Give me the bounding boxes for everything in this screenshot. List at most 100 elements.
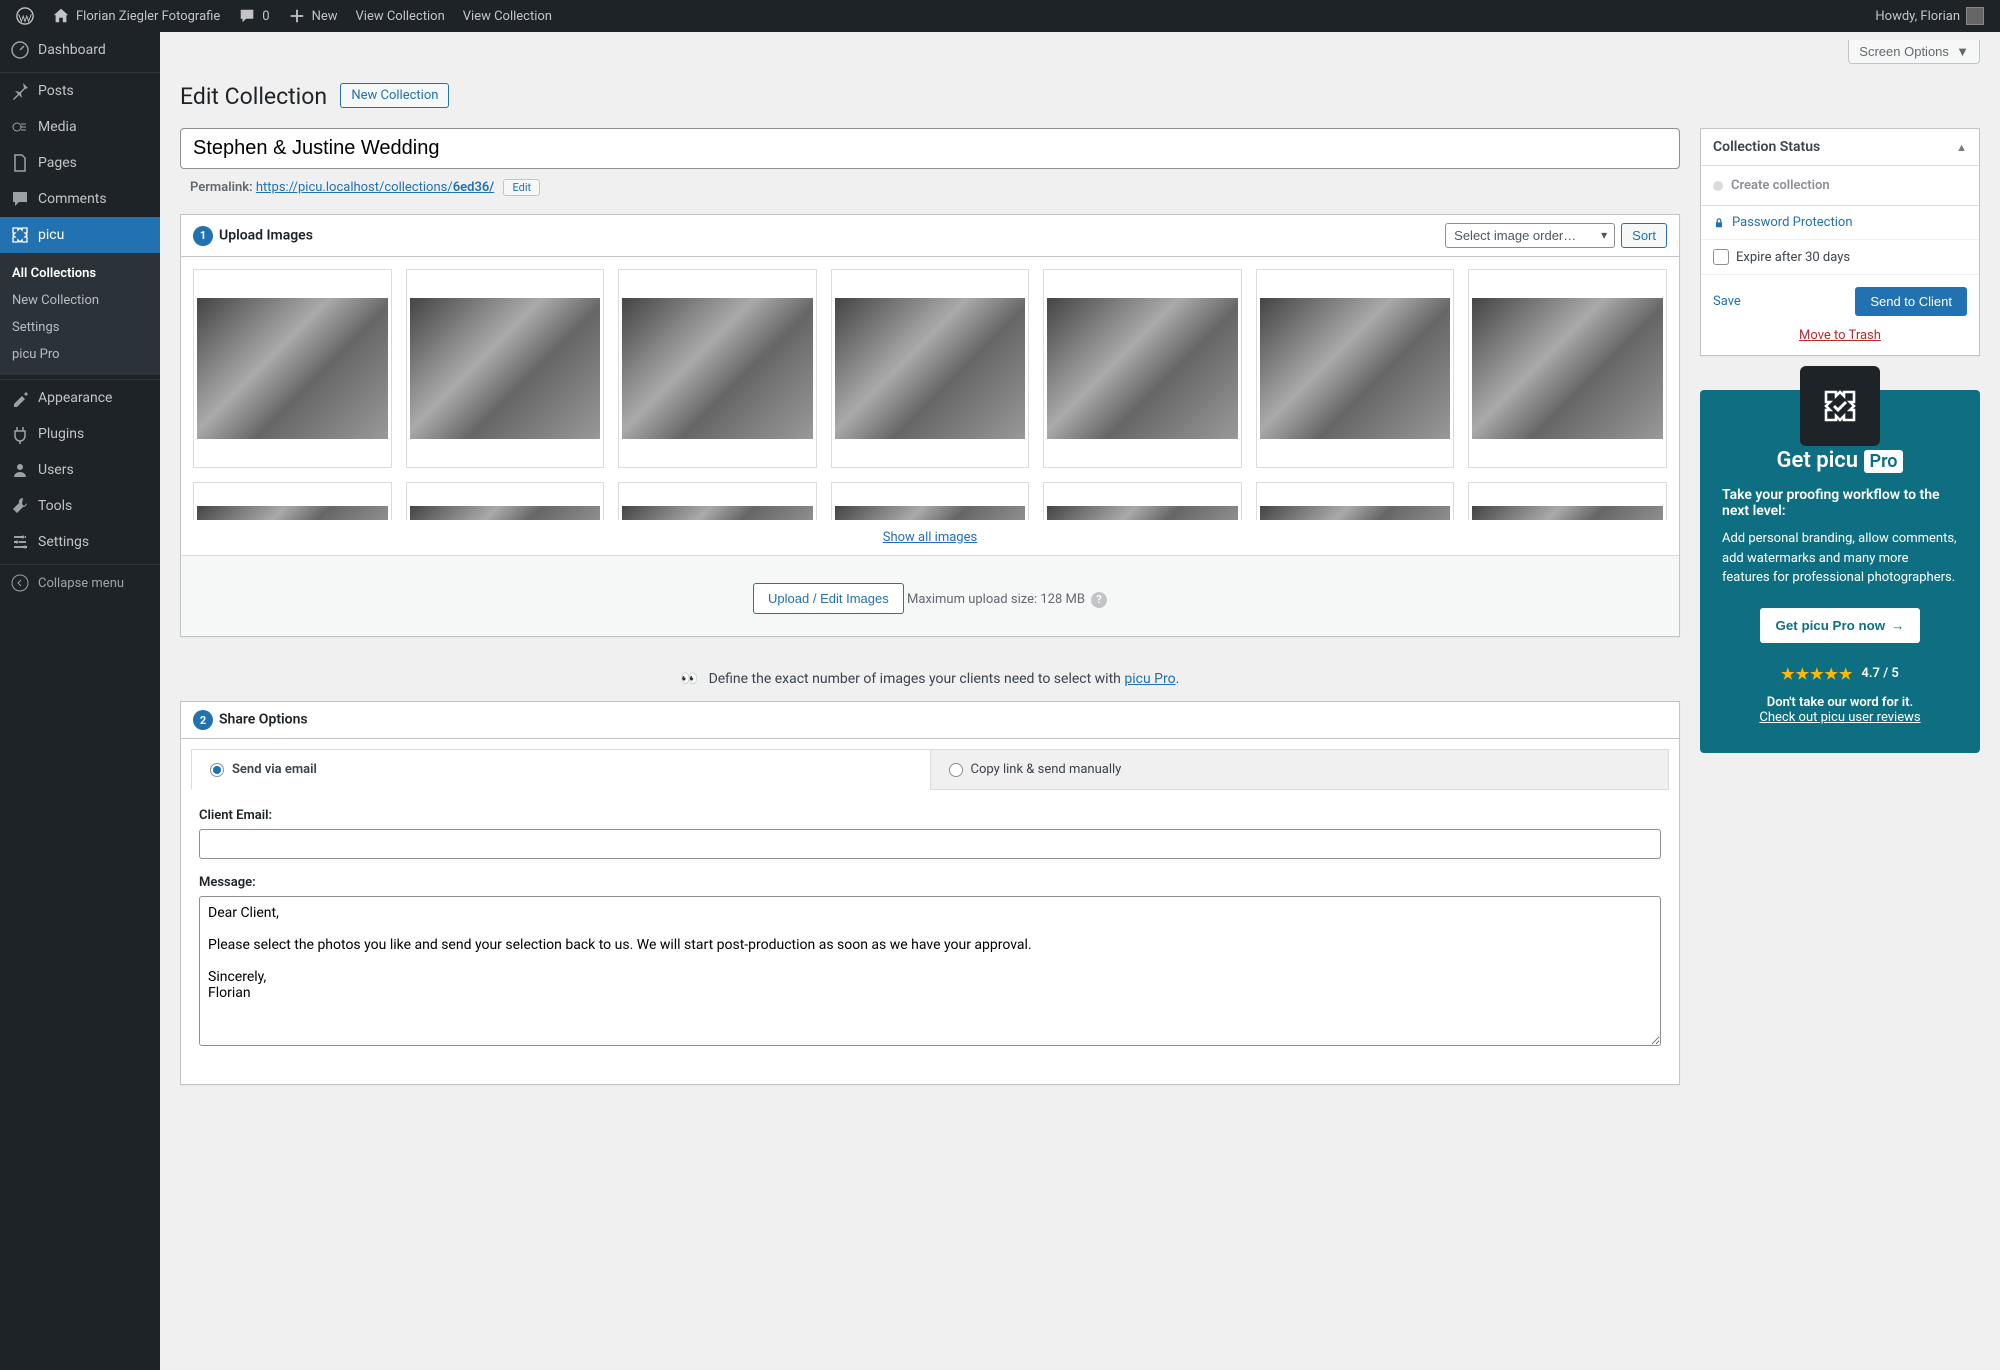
promo-trust: Don't take our word for it. xyxy=(1722,695,1958,710)
message-label: Message: xyxy=(199,875,1661,890)
menu-pages[interactable]: Pages xyxy=(0,145,160,181)
image-order-select[interactable]: Select image order… xyxy=(1445,223,1615,248)
menu-plugins-label: Plugins xyxy=(38,426,84,442)
menu-comments[interactable]: Comments xyxy=(0,181,160,217)
save-link[interactable]: Save xyxy=(1713,294,1741,309)
menu-plugins[interactable]: Plugins xyxy=(0,416,160,452)
eyes-emoji: 👀 xyxy=(681,671,698,687)
send-to-client-button[interactable]: Send to Client xyxy=(1855,287,1967,316)
collapse-menu[interactable]: Collapse menu xyxy=(0,565,160,601)
menu-picu-label: picu xyxy=(38,227,64,243)
pro-hint-text: Define the exact number of images your c… xyxy=(709,671,1125,687)
show-all-images-link[interactable]: Show all images xyxy=(883,530,977,545)
max-upload-size: Maximum upload size: 128 MB xyxy=(907,592,1085,607)
menu-tools[interactable]: Tools xyxy=(0,488,160,524)
message-textarea[interactable] xyxy=(199,896,1661,1046)
reviews-link[interactable]: Check out picu user reviews xyxy=(1759,710,1920,725)
upload-images-box: 1Upload Images Select image order… Sort xyxy=(180,214,1680,637)
user-avatar xyxy=(1966,7,1984,25)
menu-posts[interactable]: Posts xyxy=(0,73,160,109)
menu-settings[interactable]: Settings xyxy=(0,524,160,560)
howdy-link[interactable]: Howdy, Florian xyxy=(1867,0,1992,32)
submenu-picu-pro[interactable]: picu Pro xyxy=(0,341,160,368)
thumbnail[interactable] xyxy=(831,269,1030,468)
thumbnail[interactable] xyxy=(406,269,605,468)
submenu-settings[interactable]: Settings xyxy=(0,314,160,341)
lock-icon xyxy=(1713,217,1725,229)
site-name-link[interactable]: Florian Ziegler Fotografie xyxy=(44,0,228,32)
radio-icon xyxy=(210,763,224,777)
submenu-new-collection[interactable]: New Collection xyxy=(0,287,160,314)
menu-picu[interactable]: picu xyxy=(0,217,160,253)
thumbnail[interactable] xyxy=(1256,269,1455,468)
collection-status-box: Collection Status▲ Create collection Pas… xyxy=(1700,128,1980,356)
picu-pro-link[interactable]: picu Pro xyxy=(1124,671,1175,687)
thumbnail[interactable] xyxy=(618,482,817,520)
users-icon xyxy=(10,460,30,480)
thumbnail[interactable] xyxy=(1043,482,1242,520)
new-content-link[interactable]: New xyxy=(280,0,346,32)
pro-hint: 👀 Define the exact number of images your… xyxy=(180,657,1680,701)
menu-users-label: Users xyxy=(38,462,74,478)
settings-icon xyxy=(10,532,30,552)
plus-icon xyxy=(288,7,306,25)
admin-bar: Florian Ziegler Fotografie 0 New View Co… xyxy=(0,0,2000,32)
wp-logo[interactable] xyxy=(8,0,42,32)
thumbnail[interactable] xyxy=(618,269,817,468)
view-collection-1[interactable]: View Collection xyxy=(348,0,453,32)
upload-heading: Upload Images xyxy=(219,227,313,243)
thumbnail[interactable] xyxy=(1043,269,1242,468)
thumbnail[interactable] xyxy=(1468,269,1667,468)
thumbnail[interactable] xyxy=(831,482,1030,520)
tab-send-email[interactable]: Send via email xyxy=(191,749,931,790)
plugin-icon xyxy=(10,424,30,444)
client-email-input[interactable] xyxy=(199,829,1661,859)
menu-media-label: Media xyxy=(38,119,77,135)
comments-link[interactable]: 0 xyxy=(230,0,277,32)
permalink-row: Permalink: https://picu.localhost/collec… xyxy=(180,175,1680,200)
move-to-trash-link[interactable]: Move to Trash xyxy=(1799,328,1881,343)
view-collection-2[interactable]: View Collection xyxy=(455,0,560,32)
share-options-box: 2Share Options Send via email Copy link … xyxy=(180,701,1680,1085)
promo-lead: Take your proofing workflow to the next … xyxy=(1722,487,1958,519)
picu-pro-promo: Get picu Pro Take your proofing workflow… xyxy=(1700,390,1980,753)
thumbnail[interactable] xyxy=(193,482,392,520)
permalink-label: Permalink: xyxy=(190,180,253,195)
sort-button[interactable]: Sort xyxy=(1621,223,1667,248)
client-email-label: Client Email: xyxy=(199,808,1661,823)
arrow-right-icon: → xyxy=(1891,618,1904,633)
thumbnail[interactable] xyxy=(406,482,605,520)
menu-pages-label: Pages xyxy=(38,155,77,171)
dot-icon xyxy=(1713,181,1723,191)
tab-copy-link[interactable]: Copy link & send manually xyxy=(931,749,1670,790)
menu-users[interactable]: Users xyxy=(0,452,160,488)
help-icon[interactable]: ? xyxy=(1091,592,1107,608)
tools-icon xyxy=(10,496,30,516)
menu-media[interactable]: Media xyxy=(0,109,160,145)
expire-checkbox[interactable] xyxy=(1713,249,1729,265)
get-picu-pro-button[interactable]: Get picu Pro now→ xyxy=(1760,608,1921,643)
menu-comments-label: Comments xyxy=(38,191,107,207)
collection-title-input[interactable] xyxy=(180,128,1680,169)
comment-icon xyxy=(238,7,256,25)
password-protection-row[interactable]: Password Protection xyxy=(1701,206,1979,240)
menu-dashboard[interactable]: Dashboard xyxy=(0,32,160,68)
thumbnail[interactable] xyxy=(1256,482,1455,520)
submenu-all-collections[interactable]: All Collections xyxy=(0,260,160,287)
menu-appearance[interactable]: Appearance xyxy=(0,380,160,416)
status-heading: Collection Status xyxy=(1713,139,1820,155)
menu-tools-label: Tools xyxy=(38,498,72,514)
edit-slug-button[interactable]: Edit xyxy=(503,179,540,196)
thumbnail[interactable] xyxy=(193,269,392,468)
screen-options-toggle[interactable]: Screen Options ▼ xyxy=(1848,40,1980,64)
rating-value: 4.7 / 5 xyxy=(1861,666,1898,681)
thumbnail[interactable] xyxy=(1468,482,1667,520)
permalink-link[interactable]: https://picu.localhost/collections/6ed36… xyxy=(256,180,494,195)
new-collection-button[interactable]: New Collection xyxy=(340,83,449,108)
upload-edit-button[interactable]: Upload / Edit Images xyxy=(753,583,904,614)
menu-appearance-label: Appearance xyxy=(38,390,112,406)
page-icon xyxy=(10,153,30,173)
toggle-icon[interactable]: ▲ xyxy=(1956,141,1967,154)
expire-row[interactable]: Expire after 30 days xyxy=(1701,240,1979,275)
media-icon xyxy=(10,117,30,137)
